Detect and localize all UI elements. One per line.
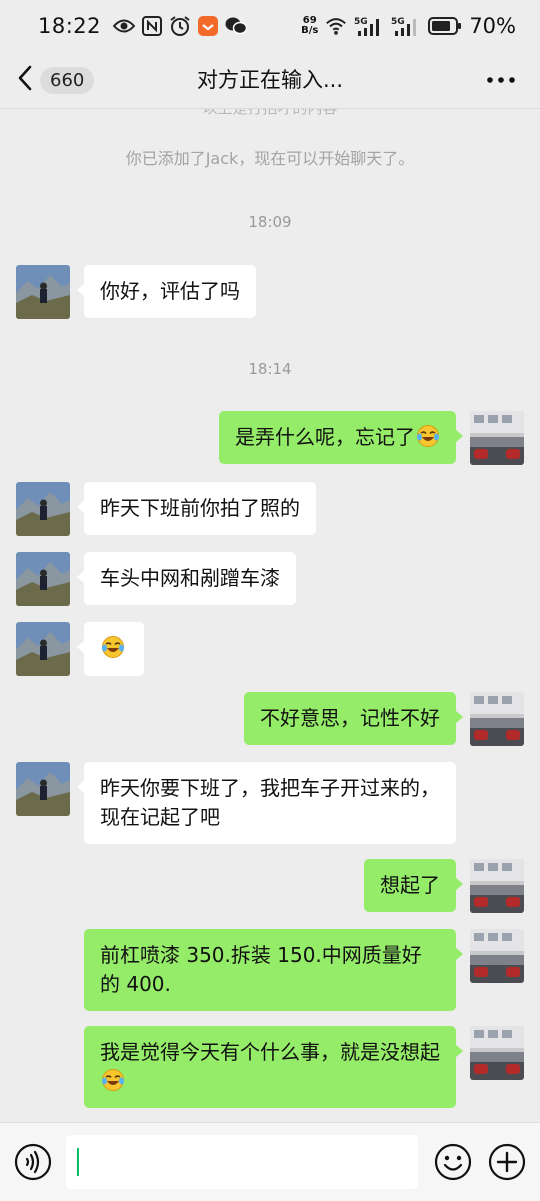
text-caret	[77, 1148, 79, 1176]
system-notice: 你已添加了Jack，现在可以开始聊天了。	[125, 149, 415, 168]
message-text: 想起了	[380, 873, 440, 897]
laugh-cry-emoji-icon	[101, 635, 125, 659]
my-avatar[interactable]	[470, 692, 524, 746]
message-input-bar	[0, 1122, 540, 1201]
message-text: 车头中网和剐蹭车漆	[100, 566, 280, 590]
status-time: 18:22	[38, 14, 102, 38]
message-bubble-outgoing[interactable]: 想起了	[364, 859, 463, 912]
plus-icon	[488, 1143, 526, 1185]
message-input[interactable]	[66, 1135, 418, 1189]
my-avatar[interactable]	[470, 411, 524, 465]
message-bubble-outgoing[interactable]: 前杠喷漆 350.拆装 150.中网质量好的 400.	[84, 929, 463, 1011]
app-notification-icon	[197, 15, 219, 37]
message-text: 不好意思，记性不好	[260, 706, 440, 730]
battery-percent: 70%	[469, 14, 516, 38]
wifi-icon	[325, 15, 347, 37]
more-button[interactable]	[484, 66, 518, 94]
battery-icon	[428, 15, 462, 37]
my-avatar[interactable]	[470, 859, 524, 913]
back-button[interactable]: 660	[14, 60, 95, 100]
laugh-cry-emoji-icon	[416, 424, 440, 448]
message-bubble-incoming[interactable]: 昨天你要下班了，我把车子开过来的，现在记起了吧	[77, 762, 456, 844]
message-bubble-outgoing[interactable]: 不好意思，记性不好	[244, 692, 463, 745]
nfc-icon	[141, 15, 163, 37]
net-speed-unit: B/s	[301, 25, 319, 36]
more-dots-icon	[484, 77, 518, 98]
message-bubble-outgoing[interactable]: 我是觉得今天有个什么事，就是没想起	[84, 1026, 463, 1108]
contact-avatar[interactable]	[16, 482, 70, 536]
timestamp: 18:09	[248, 213, 292, 231]
net-speed: 69 B/s	[301, 16, 318, 36]
message-text: 我是觉得今天有个什么事，就是没想起	[100, 1040, 440, 1064]
laugh-cry-emoji-icon	[101, 1068, 125, 1092]
emoji-button[interactable]	[434, 1143, 472, 1181]
alarm-icon	[169, 15, 191, 37]
voice-icon	[14, 1143, 52, 1185]
message-bubble-incoming[interactable]: 你好，评估了吗	[77, 265, 256, 318]
message-text: 昨天下班前你拍了照的	[100, 496, 300, 520]
message-text: 你好，评估了吗	[100, 279, 240, 303]
contact-avatar[interactable]	[16, 552, 70, 606]
wechat-icon	[225, 15, 248, 37]
my-avatar[interactable]	[470, 1026, 524, 1080]
message-bubble-incoming[interactable]: 车头中网和剐蹭车漆	[77, 552, 296, 605]
message-text: 是弄什么呢，忘记了	[235, 425, 415, 449]
unread-count-badge: 660	[40, 66, 95, 94]
timestamp: 18:14	[248, 360, 292, 378]
svg-text:5G: 5G	[391, 17, 405, 27]
chat-header: 660 对方正在输入...	[0, 52, 540, 108]
emoji-icon	[434, 1143, 472, 1185]
eye-icon	[113, 15, 136, 37]
message-text: 昨天你要下班了，我把车子开过来的，现在记起了吧	[100, 776, 440, 829]
message-bubble-outgoing[interactable]: 是弄什么呢，忘记了	[219, 411, 463, 464]
signal-5g-icon: 5G	[354, 15, 384, 37]
contact-avatar[interactable]	[16, 762, 70, 816]
voice-button[interactable]	[14, 1143, 52, 1181]
my-avatar[interactable]	[470, 929, 524, 983]
svg-text:5G: 5G	[354, 17, 368, 27]
signal-5g-icon-2: 5G	[391, 15, 421, 37]
message-bubble-incoming[interactable]	[77, 622, 144, 676]
status-bar: 18:22 69 B/s 5G 5G 70%	[0, 0, 540, 52]
message-text: 前杠喷漆 350.拆装 150.中网质量好的 400.	[100, 943, 422, 996]
contact-avatar[interactable]	[16, 265, 70, 319]
message-bubble-incoming[interactable]: 昨天下班前你拍了照的	[77, 482, 316, 535]
contact-avatar[interactable]	[16, 622, 70, 676]
chat-messages[interactable]: 以上是打招呼的内容 你已添加了Jack，现在可以开始聊天了。 18:09 你好，…	[0, 109, 540, 1122]
more-functions-button[interactable]	[488, 1143, 526, 1181]
chevron-left-icon	[14, 63, 36, 97]
faded-system-text: 以上是打招呼的内容	[0, 109, 540, 118]
